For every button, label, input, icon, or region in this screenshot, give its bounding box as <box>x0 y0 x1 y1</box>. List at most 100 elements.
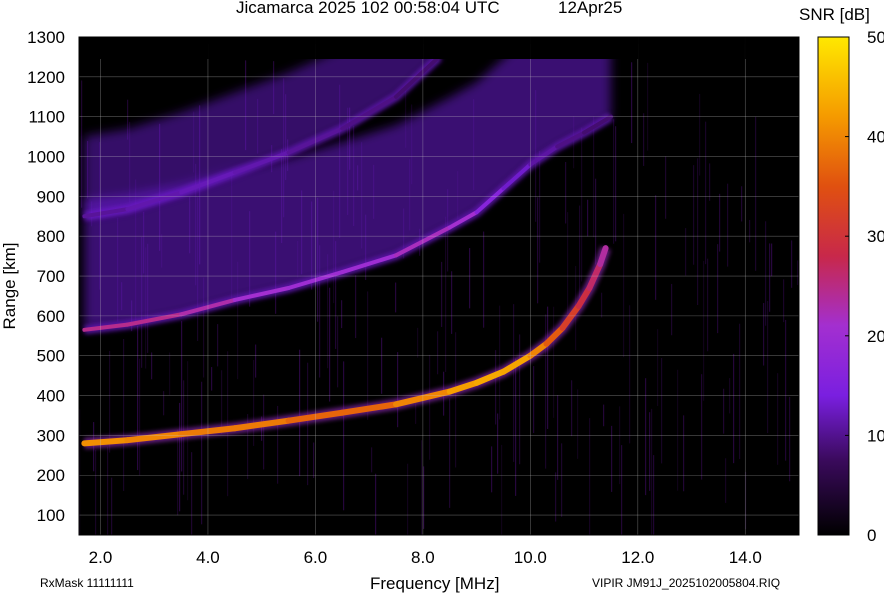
noise-streak <box>313 442 315 479</box>
noise-streak <box>181 321 183 472</box>
noise-streak <box>733 353 735 464</box>
noise-streak <box>785 319 787 461</box>
noise-streak <box>451 271 453 334</box>
noise-streak <box>589 418 591 535</box>
x-axis-label: Frequency [MHz] <box>370 574 500 593</box>
noise-streak <box>587 199 589 237</box>
noise-streak <box>567 212 569 314</box>
noise-streak <box>355 275 357 339</box>
noise-streak <box>651 408 653 535</box>
noise-streak <box>553 306 555 418</box>
noise-streak <box>513 304 515 462</box>
y-tick-label: 900 <box>37 187 65 206</box>
colorbar-tick-label: 10 <box>867 426 884 445</box>
colorbar-tick-label: 50 <box>867 28 884 47</box>
noise-streak <box>603 404 605 427</box>
y-tick-label: 1300 <box>27 28 65 47</box>
noise-streak <box>375 473 377 535</box>
noise-streak <box>151 352 153 380</box>
noise-streak <box>329 287 331 402</box>
noise-streak <box>95 449 97 535</box>
noise-streak <box>337 316 339 388</box>
noise-streak <box>769 243 771 312</box>
noise-streak <box>137 325 139 471</box>
noise-streak <box>677 369 679 491</box>
noise-streak <box>623 213 625 358</box>
noise-streak <box>755 116 757 271</box>
noise-streak <box>501 444 503 535</box>
noise-streak <box>421 440 423 535</box>
noise-streak <box>665 156 667 219</box>
title-bar: Jicamarca 2025 102 00:58:04 UTC 12Apr25 <box>0 0 884 20</box>
noise-streak <box>601 292 603 318</box>
noise-streak <box>455 332 457 468</box>
noise-streak <box>561 443 563 517</box>
noise-streak <box>395 282 397 313</box>
noise-streak <box>611 425 613 492</box>
noise-streak <box>397 352 399 428</box>
y-tick-label: 600 <box>37 307 65 326</box>
x-tick-label: 8.0 <box>411 548 435 567</box>
noise-streak <box>497 413 499 474</box>
noise-streak <box>615 126 617 242</box>
noise-streak <box>619 406 621 485</box>
y-tick-label: 1000 <box>27 148 65 167</box>
noise-streak <box>107 446 109 535</box>
colorbar-tick-label: 20 <box>867 327 884 346</box>
noise-streak <box>579 205 581 298</box>
noise-streak <box>445 216 447 373</box>
x-tick-label: 10.0 <box>514 548 547 567</box>
noise-streak <box>643 113 645 166</box>
noise-streak <box>123 338 125 491</box>
noise-streak <box>81 80 83 208</box>
noise-streak <box>429 354 431 460</box>
ionogram-chart: 2.0 4.0 6.0 8.0 10.0 12.0 14.01002003004005006… <box>0 28 884 567</box>
noise-streak <box>263 394 265 470</box>
noise-streak <box>491 446 493 493</box>
noise-streak <box>763 303 765 366</box>
noise-streak <box>177 429 179 516</box>
y-axis-label: Range [km] <box>0 243 19 330</box>
noise-streak <box>581 127 583 282</box>
y-tick-label: 500 <box>37 347 65 366</box>
noise-streak <box>217 324 219 367</box>
noise-streak <box>777 373 779 465</box>
noise-streak <box>765 221 767 326</box>
noise-streak <box>683 415 685 492</box>
x-tick-label: 2.0 <box>89 548 113 567</box>
noise-streak <box>739 323 741 460</box>
noise-streak <box>211 367 213 391</box>
noise-streak <box>655 195 657 300</box>
noise-streak <box>441 261 443 327</box>
noise-streak <box>191 452 193 535</box>
noise-streak <box>767 300 769 434</box>
noise-streak <box>725 458 727 503</box>
noise-streak <box>631 62 633 144</box>
noise-streak <box>179 402 181 512</box>
noise-streak <box>519 334 521 465</box>
noise-streak <box>593 116 595 238</box>
noise-streak <box>169 352 171 395</box>
noise-streak <box>547 306 549 429</box>
noise-streak <box>341 300 343 329</box>
noise-streak <box>697 158 699 305</box>
rx-mask-label: RxMask 11111111 <box>40 576 134 590</box>
noise-streak <box>417 327 419 358</box>
noise-streak <box>343 361 345 511</box>
echo-trace-segment <box>81 437 131 447</box>
noise-streak <box>111 477 113 535</box>
noise-streak <box>577 389 579 459</box>
noise-streak <box>719 193 721 252</box>
noise-streak <box>771 243 773 277</box>
y-tick-label: 1200 <box>27 68 65 87</box>
noise-streak <box>139 358 141 476</box>
noise-streak <box>299 349 301 477</box>
y-tick-label: 200 <box>37 466 65 485</box>
noise-streak <box>371 447 373 473</box>
noise-streak <box>741 186 743 222</box>
chart-date: 12Apr25 <box>558 0 623 17</box>
colorbar-tick-label: 30 <box>867 227 884 246</box>
y-tick-label: 800 <box>37 227 65 246</box>
noise-streak <box>253 359 255 446</box>
noise-streak <box>791 240 793 288</box>
